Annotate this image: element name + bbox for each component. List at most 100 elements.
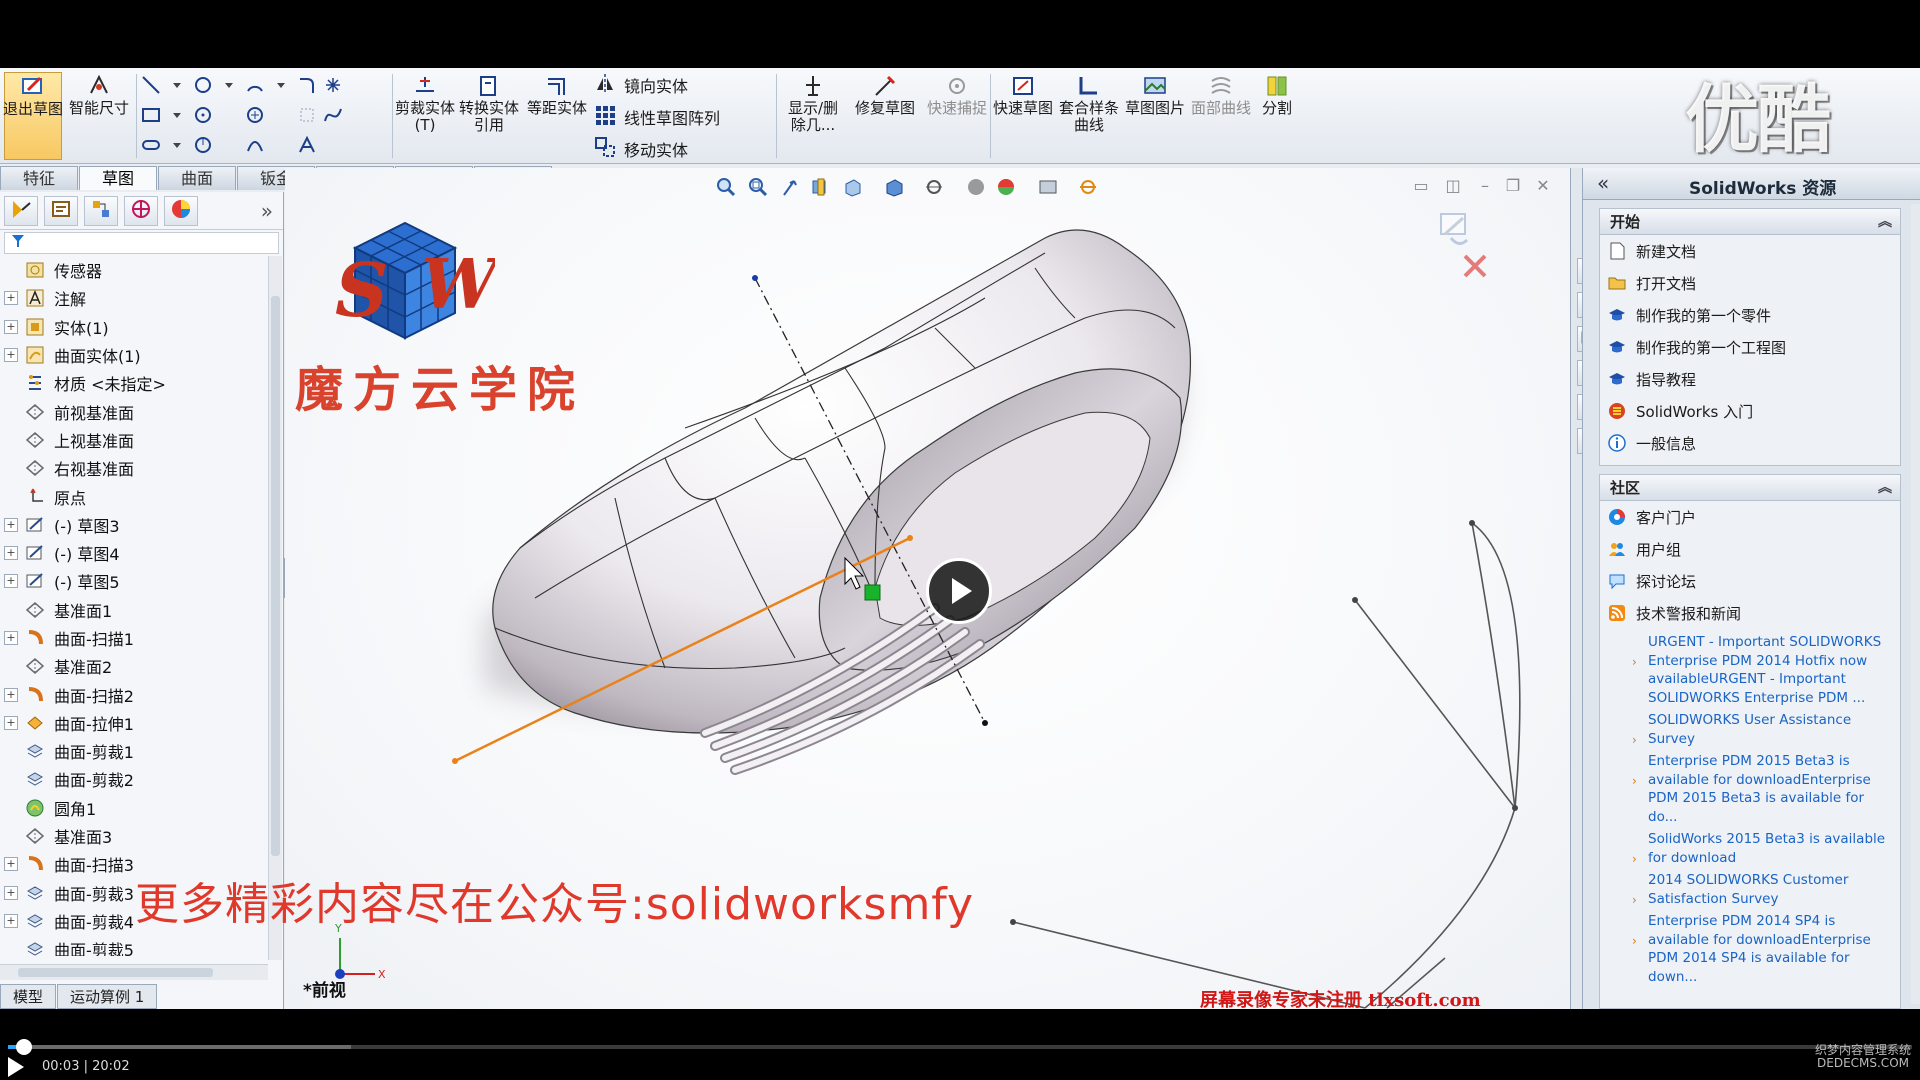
seek-knob[interactable] <box>16 1039 32 1055</box>
dimxpert-tab[interactable] <box>124 195 158 226</box>
text-icon[interactable] <box>296 132 318 158</box>
split-button[interactable]: 分割 <box>1248 72 1306 160</box>
tree-node[interactable]: 材质 <未指定> <box>0 369 268 397</box>
task-link[interactable]: 打开文档 <box>1600 267 1900 299</box>
expand-icon[interactable]: + <box>4 631 18 645</box>
tree-node[interactable]: 曲面-剪裁2 <box>0 765 268 793</box>
expand-icon[interactable]: + <box>4 319 18 334</box>
tree-node[interactable]: 基准面3 <box>0 822 268 850</box>
expand-icon[interactable]: + <box>4 546 18 561</box>
centerline-endpoint[interactable] <box>752 275 758 281</box>
dropdown-arrow-icon[interactable] <box>270 72 292 98</box>
expand-icon[interactable]: + <box>4 715 18 730</box>
tree-node[interactable]: 曲面-剪裁1 <box>0 737 268 765</box>
task-link[interactable]: SolidWorks 入门 <box>1600 395 1900 427</box>
collapse-section-icon[interactable]: ︽ <box>1878 475 1892 501</box>
tree-node[interactable]: 基准面1 <box>0 596 268 624</box>
quick-snaps-button[interactable]: 快速捕捉 <box>927 72 987 160</box>
hide-show-items-icon[interactable] <box>923 176 945 198</box>
cancel-sketch-x-icon[interactable] <box>1463 254 1487 278</box>
expand-icon[interactable]: + <box>4 574 18 589</box>
task-link[interactable]: 一般信息 <box>1600 427 1900 459</box>
news-item[interactable]: › SOLIDWORKS User Assistance Survey <box>1600 711 1900 748</box>
expand-icon[interactable]: + <box>4 348 18 363</box>
tree-node[interactable]: 原点 <box>0 482 268 510</box>
chevron-right-icon[interactable]: » <box>261 199 273 223</box>
tab-surfaces[interactable]: 曲面 <box>158 166 236 190</box>
conic-icon[interactable] <box>244 132 266 158</box>
ellipse-icon[interactable] <box>192 132 214 158</box>
configuration-manager-tab[interactable] <box>84 195 118 226</box>
expand-icon[interactable]: + <box>4 517 18 532</box>
task-link[interactable]: 技术警报和新闻 <box>1600 597 1900 629</box>
property-manager-tab[interactable] <box>44 195 78 226</box>
sketch-line-endpoint[interactable] <box>907 535 913 541</box>
tab-features[interactable]: 特征 <box>0 166 78 190</box>
viewport-split-icon[interactable]: ◫ <box>1443 176 1463 196</box>
line-icon[interactable] <box>140 72 162 98</box>
feature-tree-tab[interactable] <box>4 195 38 226</box>
circle-center-icon[interactable] <box>192 102 214 128</box>
task-link[interactable]: 客户门户 <box>1600 501 1900 533</box>
dropdown-arrow-icon[interactable] <box>166 72 188 98</box>
section-header[interactable]: 开始 ︽ <box>1600 209 1900 235</box>
tree-node[interactable]: + 曲面-扫描1 <box>0 624 268 652</box>
task-link[interactable]: 制作我的第一个零件 <box>1600 299 1900 331</box>
dropdown-arrow-icon[interactable] <box>166 102 188 128</box>
news-link[interactable]: 2014 SOLIDWORKS Customer Satisfaction Su… <box>1636 871 1892 908</box>
tab-model[interactable]: 模型 <box>0 984 57 1009</box>
news-link[interactable]: URGENT - Important SOLIDWORKS Enterprise… <box>1636 633 1892 707</box>
tab-sketch[interactable]: 草图 <box>79 166 157 190</box>
section-view-icon[interactable] <box>809 176 831 198</box>
scrollbar-thumb[interactable] <box>271 296 280 856</box>
edit-appearance-icon[interactable] <box>965 176 987 198</box>
tree-node[interactable]: 传感器 <box>0 256 268 284</box>
tree-node[interactable]: + 注解 <box>0 284 268 312</box>
polygon-icon[interactable] <box>296 102 318 128</box>
tree-node[interactable]: + (-) 草图4 <box>0 539 268 567</box>
tree-node[interactable]: 右视基准面 <box>0 454 268 482</box>
sketch-vertex[interactable] <box>1512 805 1518 811</box>
perimeter-circle-icon[interactable] <box>244 102 266 128</box>
tree-node[interactable]: 圆角1 <box>0 794 268 822</box>
display-manager-tab[interactable] <box>164 195 198 226</box>
sketch-picture-button[interactable]: 草图图片 <box>1125 72 1185 160</box>
news-link[interactable]: SolidWorks 2015 Beta3 is available for d… <box>1636 830 1892 867</box>
tree-node[interactable]: 曲面-剪裁5 <box>0 935 268 956</box>
rapid-sketch-button[interactable]: 快速草图 <box>993 72 1053 160</box>
task-pane-scrollbar[interactable] <box>1911 204 1920 1004</box>
tree-node[interactable]: 上视基准面 <box>0 426 268 454</box>
spline-icon[interactable] <box>322 102 344 128</box>
offset-entities-button[interactable]: 等距实体 <box>527 72 587 160</box>
tree-node[interactable]: + (-) 草图5 <box>0 567 268 595</box>
tree-node[interactable]: + 曲面-扫描2 <box>0 680 268 708</box>
sketch-vertex[interactable] <box>1469 520 1475 526</box>
exit-sketch-button[interactable]: 退出草图 <box>3 72 63 160</box>
fillet-sketch-icon[interactable] <box>296 72 318 98</box>
trim-entities-button[interactable]: 剪裁实体(T) <box>395 72 455 160</box>
expand-icon[interactable]: + <box>4 913 18 928</box>
tree-node[interactable]: + (-) 草图3 <box>0 511 268 539</box>
news-item[interactable]: › SolidWorks 2015 Beta3 is available for … <box>1600 830 1900 867</box>
arc-icon[interactable] <box>244 72 266 98</box>
rotate-view-icon[interactable] <box>1077 176 1099 198</box>
news-item[interactable]: › URGENT - Important SOLIDWORKS Enterpris… <box>1600 633 1900 707</box>
tree-node[interactable]: 基准面2 <box>0 652 268 680</box>
viewport-single-icon[interactable]: ▭ <box>1411 176 1431 196</box>
move-entities-button[interactable]: 移动实体 <box>594 135 688 163</box>
video-play-button[interactable] <box>926 558 992 624</box>
dropdown-arrow-icon[interactable] <box>166 132 188 158</box>
expand-icon[interactable]: + <box>4 857 18 872</box>
news-item[interactable]: › Enterprise PDM 2015 Beta3 is available … <box>1600 752 1900 826</box>
convert-entities-button[interactable]: 转换实体引用 <box>459 72 519 160</box>
news-link[interactable]: Enterprise PDM 2014 SP4 is available for… <box>1636 912 1892 986</box>
zoom-to-fit-icon[interactable] <box>715 176 737 198</box>
circle-icon[interactable] <box>192 72 214 98</box>
display-style-icon[interactable] <box>883 176 905 198</box>
collapse-pane-icon[interactable]: « <box>1597 171 1609 195</box>
exit-sketch-corner-icon[interactable] <box>1440 213 1469 245</box>
feature-tree-vertical-scrollbar[interactable] <box>268 256 282 960</box>
news-item[interactable]: › Enterprise PDM 2014 SP4 is available fo… <box>1600 912 1900 986</box>
sketch-vertex[interactable] <box>1010 919 1016 925</box>
sketch-line-endpoint[interactable] <box>452 758 458 764</box>
